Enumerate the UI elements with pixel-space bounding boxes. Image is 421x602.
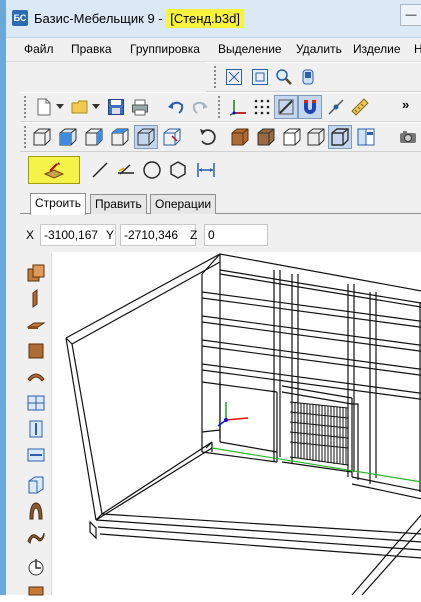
side-view-cube-icon[interactable]	[82, 125, 106, 149]
toolbar-overflow-button[interactable]: »	[402, 97, 409, 112]
curved-panel-icon[interactable]	[24, 366, 48, 388]
zoom-magnifier-icon[interactable]	[272, 65, 296, 89]
front-view-cube-icon[interactable]	[56, 125, 80, 149]
window-title: Базис-Мебельщик 9 - [Стенд.b3d]	[34, 9, 244, 28]
dimension-icon[interactable]	[194, 158, 218, 182]
grid-snap-icon[interactable]	[250, 95, 274, 119]
app-title: Базис-Мебельщик 9 -	[34, 11, 167, 26]
z-label: Z	[190, 228, 198, 242]
ruler-icon[interactable]	[348, 95, 372, 119]
menu-delete[interactable]: Удалить	[296, 42, 342, 56]
panel-draw-tool-button[interactable]	[28, 156, 80, 184]
toolbar-grip[interactable]	[218, 96, 221, 118]
facade-icon[interactable]	[24, 474, 48, 496]
menu-edit[interactable]: Правка	[71, 42, 112, 56]
pan-hand-icon[interactable]	[296, 65, 320, 89]
toolbar-grip[interactable]	[24, 126, 27, 148]
shaded-view-icon[interactable]	[254, 125, 278, 149]
split-view-icon[interactable]	[354, 125, 378, 149]
zoom-all-icon[interactable]	[222, 65, 246, 89]
hexagon-icon[interactable]	[166, 158, 190, 182]
view-toolbar	[206, 62, 421, 92]
shelf-icon[interactable]	[24, 392, 48, 414]
panel-draw-icon	[43, 162, 65, 179]
title-bar: БС Базис-Мебельщик 9 - [Стенд.b3d] —	[6, 0, 421, 38]
horizontal-panel-icon[interactable]	[24, 314, 48, 336]
menu-group[interactable]: Группировка	[130, 42, 200, 56]
line-icon[interactable]	[88, 158, 112, 182]
axes-snap-icon[interactable]	[226, 95, 250, 119]
drawing-tools-panel: Строить Править Операции	[20, 152, 421, 216]
y-label: Y	[106, 228, 115, 242]
application-window: БС Базис-Мебельщик 9 - [Стенд.b3d] — Фай…	[0, 0, 421, 596]
toolbar-grip[interactable]	[24, 96, 27, 118]
tab-build[interactable]: Строить	[30, 193, 86, 215]
top-view-cube-icon[interactable]	[108, 125, 132, 149]
wireframe-view-icon[interactable]	[328, 125, 352, 149]
view-mode-toolbar	[20, 122, 421, 152]
group-panels-icon[interactable]	[24, 262, 48, 284]
y-coordinate-field[interactable]: -2710,346	[120, 224, 196, 246]
undo-icon[interactable]	[164, 95, 188, 119]
menu-more[interactable]: Н	[414, 42, 421, 56]
file-name: [Стенд.b3d]	[166, 9, 244, 28]
circle-icon[interactable]	[140, 158, 164, 182]
zoom-window-icon[interactable]	[248, 65, 272, 89]
z-coordinate-field[interactable]: 0	[204, 224, 268, 246]
app-logo-icon: БС	[12, 10, 28, 26]
tab-operations[interactable]: Операции	[150, 194, 217, 214]
corner-snap-icon[interactable]	[274, 95, 298, 119]
open-folder-icon[interactable]	[68, 95, 92, 119]
chevron-down-icon[interactable]	[54, 95, 66, 119]
standard-toolbar: »	[20, 92, 421, 122]
fitting-icon[interactable]	[24, 556, 48, 578]
redo-icon[interactable]	[188, 95, 212, 119]
axonometric-view-icon[interactable]	[160, 125, 184, 149]
menu-file[interactable]: Файл	[24, 42, 54, 56]
print-icon[interactable]	[128, 95, 152, 119]
vertical-divider-icon[interactable]	[24, 418, 48, 440]
object-tools-toolbar	[20, 254, 52, 596]
textured-view-icon[interactable]	[228, 125, 252, 149]
profile-icon[interactable]	[24, 500, 48, 522]
camera-icon[interactable]	[396, 125, 420, 149]
coordinates-bar: X -3100,167 Y -2710,346 Z 0	[20, 222, 421, 248]
tool-tabs: Строить Править Операции	[20, 192, 421, 215]
toolbar-grip[interactable]	[214, 66, 217, 88]
iso-view-cube-icon[interactable]	[134, 125, 158, 149]
hidden-lines-view-icon[interactable]	[280, 125, 304, 149]
vertical-panel-icon[interactable]	[24, 288, 48, 310]
x-coordinate-field[interactable]: -3100,167	[40, 224, 116, 246]
chevron-down-icon[interactable]	[90, 95, 102, 119]
contour-view-icon[interactable]	[304, 125, 328, 149]
minimize-button[interactable]: —	[400, 4, 421, 26]
curved-element-icon[interactable]	[24, 526, 48, 548]
line-snap-icon[interactable]	[324, 95, 348, 119]
rotate-view-icon[interactable]	[196, 125, 220, 149]
wireframe-model	[65, 253, 421, 595]
new-file-icon[interactable]	[32, 95, 56, 119]
accessory-icon[interactable]	[24, 580, 48, 602]
menu-bar: Файл Правка Группировка Выделение Удалит…	[6, 38, 421, 62]
horizontal-divider-icon[interactable]	[24, 444, 48, 466]
menu-product[interactable]: Изделие	[353, 42, 401, 56]
wireframe-cube-icon[interactable]	[30, 125, 54, 149]
tab-edit[interactable]: Править	[90, 194, 147, 214]
save-icon[interactable]	[104, 95, 128, 119]
front-panel-icon[interactable]	[24, 340, 48, 362]
x-label: X	[26, 228, 35, 242]
magnet-icon[interactable]	[298, 95, 322, 119]
menu-selection[interactable]: Выделение	[218, 42, 282, 56]
angle-line-icon[interactable]	[114, 158, 138, 182]
3d-viewport[interactable]	[52, 252, 421, 595]
